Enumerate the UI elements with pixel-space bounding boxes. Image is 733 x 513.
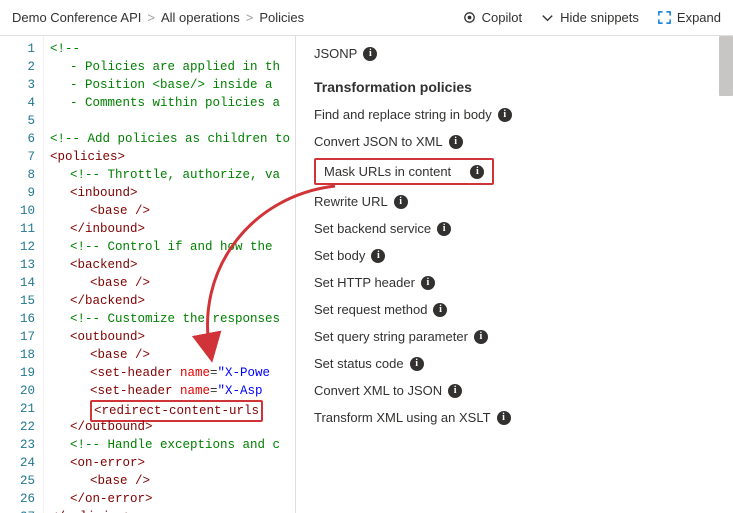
info-icon[interactable]: i [470,165,484,179]
policy-item[interactable]: Set query string parameter i [314,323,723,350]
policy-label: Find and replace string in body [314,107,492,122]
code-line: <!-- Control if and how the [50,238,290,256]
policy-item[interactable]: Set HTTP header i [314,269,723,296]
policy-label: Set HTTP header [314,275,415,290]
hide-snippets-label: Hide snippets [560,10,639,25]
policy-item[interactable]: Rewrite URL i [314,188,723,215]
editor-code[interactable]: <!--- Policies are applied in th- Positi… [44,36,290,513]
code-line: <policies> [50,148,290,166]
copilot-icon [462,10,477,25]
policy-item[interactable]: Set request method i [314,296,723,323]
expand-icon [657,10,672,25]
info-icon[interactable]: i [363,47,377,61]
policy-label: Set query string parameter [314,329,468,344]
code-line: <!-- Handle exceptions and c [50,436,290,454]
policy-label: JSONP [314,46,357,61]
info-icon[interactable]: i [410,357,424,371]
breadcrumb: Demo Conference API > All operations > P… [12,10,462,25]
code-line: <base /> [50,274,290,292]
copilot-button[interactable]: Copilot [462,10,522,25]
chevron-down-icon [540,10,555,25]
code-line: - Position <base/> inside a [50,76,290,94]
code-line: </backend> [50,292,290,310]
policy-label: Set status code [314,356,404,371]
policy-label: Transform XML using an XSLT [314,410,491,425]
policy-item-jsonp[interactable]: JSONP i [314,40,723,67]
info-icon[interactable]: i [371,249,385,263]
code-line: <!-- [50,40,290,58]
policy-label: Convert XML to JSON [314,383,442,398]
code-line: <backend> [50,256,290,274]
policy-item[interactable]: Convert XML to JSON i [314,377,723,404]
code-line: <set-header name="X-Powe [50,364,290,382]
code-line: <redirect-content-urls [50,400,290,418]
policy-item[interactable]: Set body i [314,242,723,269]
highlighted-policy-mask-urls[interactable]: Mask URLs in content i [314,158,494,185]
info-icon[interactable]: i [421,276,435,290]
info-icon[interactable]: i [474,330,488,344]
toolbar-actions: Copilot Hide snippets Expand [462,10,721,25]
info-icon[interactable]: i [448,384,462,398]
copilot-label: Copilot [482,10,522,25]
policy-list: Find and replace string in bodyiConvert … [314,101,723,431]
policy-label: Set request method [314,302,427,317]
code-line: - Policies are applied in th [50,58,290,76]
code-line: <on-error> [50,454,290,472]
code-line: </policies> [50,508,290,513]
policy-item[interactable]: Set backend service i [314,215,723,242]
section-title: Transformation policies [314,79,723,95]
policy-item[interactable]: Transform XML using an XSLT i [314,404,723,431]
policy-item[interactable]: Set status code i [314,350,723,377]
expand-button[interactable]: Expand [657,10,721,25]
code-line: <inbound> [50,184,290,202]
policy-label: Convert JSON to XML [314,134,443,149]
code-line: <!-- Throttle, authorize, va [50,166,290,184]
policy-item[interactable]: Find and replace string in body i [314,101,723,128]
scrollbar[interactable] [719,36,733,96]
breadcrumb-sep: > [147,10,155,25]
code-line: </inbound> [50,220,290,238]
breadcrumb-item[interactable]: Policies [259,10,304,25]
code-line: <outbound> [50,328,290,346]
code-line: <base /> [50,346,290,364]
info-icon[interactable]: i [498,108,512,122]
info-icon[interactable]: i [449,135,463,149]
code-line: <base /> [50,472,290,490]
info-icon[interactable]: i [433,303,447,317]
expand-label: Expand [677,10,721,25]
policy-item[interactable]: Mask URLs in content i [314,155,723,188]
code-line: <base /> [50,202,290,220]
info-icon[interactable]: i [497,411,511,425]
info-icon[interactable]: i [394,195,408,209]
code-line: <set-header name="X-Asp [50,382,290,400]
hide-snippets-button[interactable]: Hide snippets [540,10,639,25]
code-line: </on-error> [50,490,290,508]
code-line: <!-- Add policies as children to [50,130,290,148]
code-line: <!-- Customize the responses [50,310,290,328]
code-line: - Comments within policies a [50,94,290,112]
policy-editor[interactable]: 1234567891011121314151617181920212223242… [0,36,296,513]
policy-label: Mask URLs in content [324,164,451,179]
top-bar: Demo Conference API > All operations > P… [0,0,733,36]
main-area: 1234567891011121314151617181920212223242… [0,36,733,513]
policy-label: Set body [314,248,365,263]
policy-label: Rewrite URL [314,194,388,209]
snippets-panel: JSONP i Transformation policies Find and… [296,36,733,513]
editor-gutter: 1234567891011121314151617181920212223242… [0,36,44,513]
policy-label: Set backend service [314,221,431,236]
breadcrumb-sep: > [246,10,254,25]
code-line [50,112,290,130]
info-icon[interactable]: i [437,222,451,236]
policy-item[interactable]: Convert JSON to XML i [314,128,723,155]
breadcrumb-item[interactable]: All operations [161,10,240,25]
breadcrumb-item[interactable]: Demo Conference API [12,10,141,25]
